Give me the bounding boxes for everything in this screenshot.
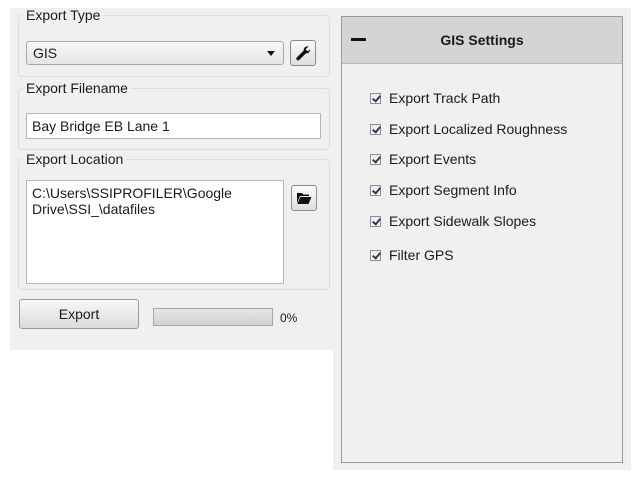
checkbox[interactable] xyxy=(370,215,381,227)
browse-location-button[interactable] xyxy=(291,185,317,211)
option-export-events[interactable]: Export Events xyxy=(370,150,476,168)
option-label: Export Localized Roughness xyxy=(389,121,568,137)
checkbox[interactable] xyxy=(370,249,381,261)
export-type-value: GIS xyxy=(33,45,58,61)
export-location-field[interactable]: C:\Users\SSIPROFILER\Google Drive\SSI_\d… xyxy=(26,180,284,284)
export-settings-button[interactable] xyxy=(290,40,316,66)
option-label: Export Sidewalk Slopes xyxy=(389,213,537,229)
export-location-value: C:\Users\SSIPROFILER\Google Drive\SSI_\d… xyxy=(32,185,232,217)
check-icon xyxy=(372,123,381,134)
progress-percent: 0% xyxy=(280,311,298,325)
option-filter-gps[interactable]: Filter GPS xyxy=(370,246,454,264)
gis-settings-title: GIS Settings xyxy=(440,32,524,48)
check-icon xyxy=(372,92,381,103)
check-icon xyxy=(372,153,381,164)
wrench-icon xyxy=(296,46,311,61)
checkbox[interactable] xyxy=(370,153,381,165)
export-location-legend: Export Location xyxy=(26,151,124,167)
export-filename-legend: Export Filename xyxy=(26,80,128,96)
export-button[interactable]: Export xyxy=(19,299,139,329)
export-filename-value: Bay Bridge EB Lane 1 xyxy=(32,118,170,134)
export-type-dropdown[interactable]: GIS xyxy=(26,41,284,65)
export-filename-input[interactable]: Bay Bridge EB Lane 1 xyxy=(26,113,321,139)
check-icon xyxy=(372,215,381,226)
check-icon xyxy=(372,249,381,260)
export-progress-bar xyxy=(153,308,273,326)
option-label: Export Track Path xyxy=(389,90,501,106)
blank-area xyxy=(0,350,333,477)
checkbox[interactable] xyxy=(370,92,381,104)
gis-settings-panel: GIS Settings Export Track Path Export Lo… xyxy=(341,16,623,463)
export-type-legend: Export Type xyxy=(26,7,101,23)
option-export-sidewalk-slopes[interactable]: Export Sidewalk Slopes xyxy=(370,212,536,230)
check-icon xyxy=(372,184,381,195)
gis-settings-header[interactable]: GIS Settings xyxy=(342,17,622,64)
option-export-segment-info[interactable]: Export Segment Info xyxy=(370,181,517,199)
chevron-down-icon xyxy=(267,51,275,56)
folder-open-icon xyxy=(297,193,312,204)
option-export-localized-roughness[interactable]: Export Localized Roughness xyxy=(370,120,567,138)
option-label: Filter GPS xyxy=(389,247,454,263)
export-button-label: Export xyxy=(58,306,100,322)
option-export-track-path[interactable]: Export Track Path xyxy=(370,89,500,107)
checkbox[interactable] xyxy=(370,184,381,196)
checkbox[interactable] xyxy=(370,123,381,135)
option-label: Export Segment Info xyxy=(389,182,517,198)
option-label: Export Events xyxy=(389,151,477,167)
